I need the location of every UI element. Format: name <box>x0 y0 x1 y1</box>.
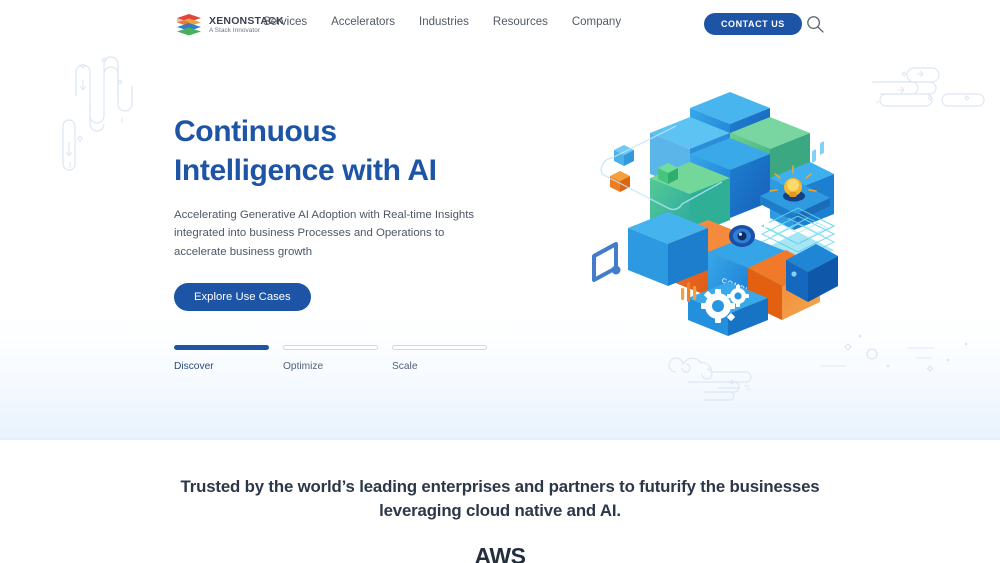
tab-optimize-label: Optimize <box>283 361 324 372</box>
partner-logo-aws: AWS <box>474 543 526 563</box>
translucent-cube-outline <box>592 242 621 282</box>
page-root: XENONSTACK A Stack Innovator Services Ac… <box>0 0 1000 563</box>
tab-discover-indicator <box>174 345 269 350</box>
search-button[interactable] <box>805 14 825 34</box>
stacked-layers-logo-icon <box>175 13 203 37</box>
tab-scale[interactable]: Scale <box>392 345 487 372</box>
explore-use-cases-button[interactable]: Explore Use Cases <box>174 283 311 311</box>
page-title: Continuous Intelligence with AI <box>174 112 504 191</box>
nav-item-resources[interactable]: Resources <box>493 16 548 28</box>
contact-us-button[interactable]: CONTACT US <box>704 13 802 35</box>
tab-discover-label: Discover <box>174 361 214 372</box>
nav-item-company[interactable]: Company <box>572 16 621 28</box>
tab-optimize[interactable]: Optimize <box>283 345 378 372</box>
primary-navigation: Services Accelerators Industries Resourc… <box>263 16 621 28</box>
trusted-heading: Trusted by the world’s leading enterpris… <box>180 477 820 520</box>
nav-item-accelerators[interactable]: Accelerators <box>331 16 395 28</box>
nav-item-industries[interactable]: Industries <box>419 16 469 28</box>
nav-item-services[interactable]: Services <box>263 16 307 28</box>
tab-scale-label: Scale <box>392 361 418 372</box>
search-icon <box>805 16 825 37</box>
tab-optimize-indicator <box>283 345 378 350</box>
site-header: XENONSTACK A Stack Innovator Services Ac… <box>0 0 1000 48</box>
hero-subtitle: Accelerating Generative AI Adoption with… <box>174 208 475 258</box>
hero-content: Continuous Intelligence with AI Accelera… <box>174 112 504 311</box>
vision-eye-icon <box>729 225 755 247</box>
partner-logos-row: AWS <box>0 543 1000 563</box>
trusted-section: Trusted by the world’s leading enterpris… <box>0 475 1000 523</box>
tab-scale-indicator <box>392 345 487 350</box>
hero-stage-tabs: Discover Optimize Scale <box>174 345 487 372</box>
hero-title-line-1: Continuous <box>174 115 337 148</box>
hero-title-line-2: Intelligence with AI <box>174 154 437 188</box>
logo-tagline: A Stack Innovator <box>209 27 261 35</box>
hero-illustration: COMPUTER VISION <box>572 78 842 338</box>
tab-discover[interactable]: Discover <box>174 345 269 372</box>
